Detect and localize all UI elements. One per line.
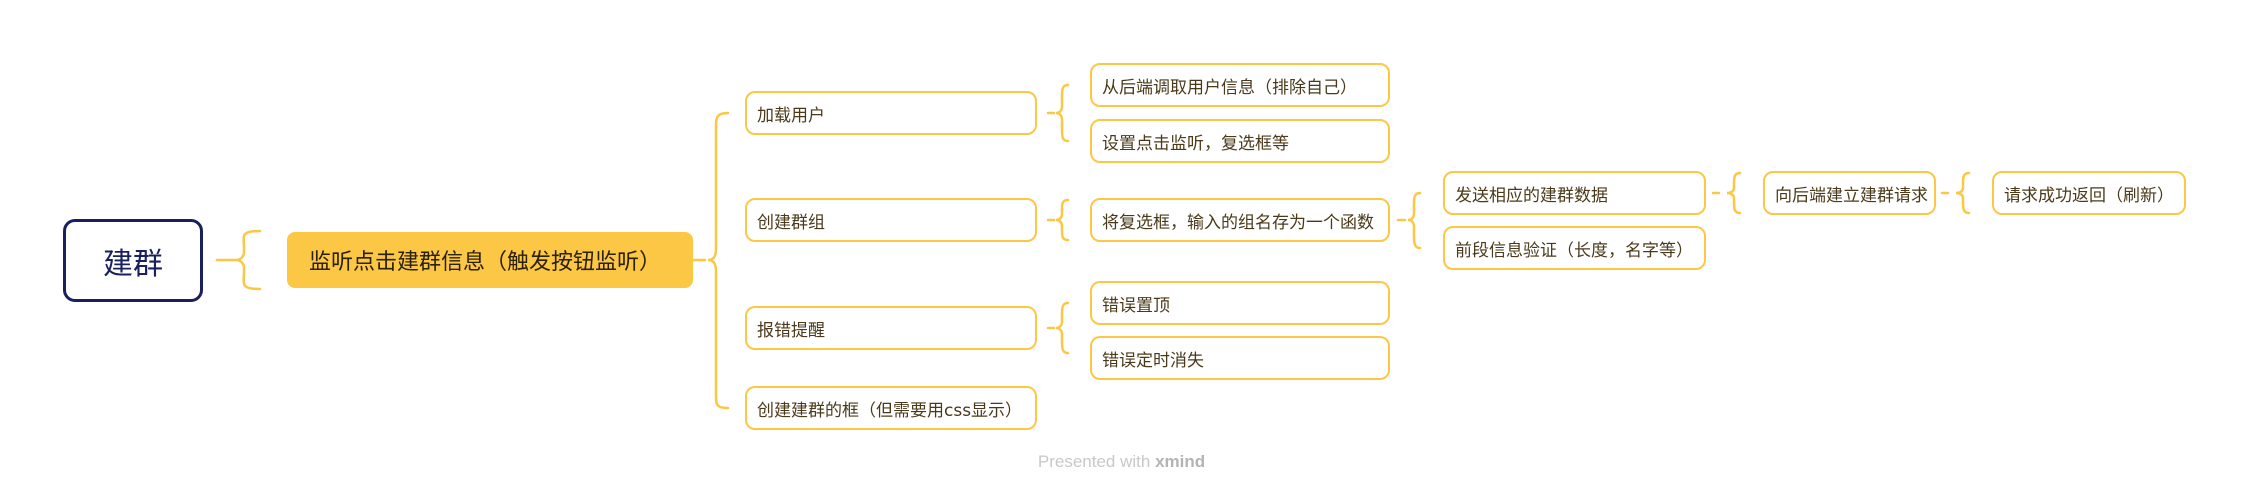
subtopic-error-top[interactable]: 错误置顶 xyxy=(1090,281,1390,325)
subtopic-label: 发送相应的建群数据 xyxy=(1455,185,1608,206)
subtopic-fetch-users[interactable]: 从后端调取用户信息（排除自己） xyxy=(1090,63,1390,107)
subtopic-label: 错误置顶 xyxy=(1102,295,1170,316)
subtopic-label: 将复选框，输入的组名存为一个函数 xyxy=(1102,212,1374,233)
subtopic-label: 错误定时消失 xyxy=(1102,350,1204,371)
subtopic-label: 设置点击监听，复选框等 xyxy=(1102,133,1289,154)
subtopic-send-data[interactable]: 发送相应的建群数据 xyxy=(1443,171,1706,215)
connector-load-users xyxy=(1046,83,1070,143)
main-topic-label: 监听点击建群信息（触发按钮监听） xyxy=(309,250,662,275)
presented-with-footer: Presented with xmind xyxy=(0,452,2243,472)
root-topic-label: 建群 xyxy=(103,246,163,282)
subtopic-backend-request[interactable]: 向后端建立建群请求 xyxy=(1763,171,1936,215)
subtopic-error-timeout[interactable]: 错误定时消失 xyxy=(1090,336,1390,380)
subtopic-label: 创建群组 xyxy=(757,212,825,233)
subtopic-label: 前段信息验证（长度，名字等） xyxy=(1455,240,1693,261)
subtopic-create-group[interactable]: 创建群组 xyxy=(745,198,1037,242)
root-topic[interactable]: 建群 xyxy=(63,219,203,302)
connector-main-level1 xyxy=(691,111,730,410)
subtopic-request-success[interactable]: 请求成功返回（刷新） xyxy=(1992,171,2186,215)
subtopic-label: 从后端调取用户信息（排除自己） xyxy=(1102,77,1357,98)
subtopic-label: 加载用户 xyxy=(757,105,825,126)
footer-prefix: Presented with xyxy=(1037,452,1156,471)
connector-root-main xyxy=(215,229,262,291)
subtopic-load-users[interactable]: 加载用户 xyxy=(745,91,1037,135)
connector-error-alert xyxy=(1046,301,1070,355)
connector-send-data xyxy=(1711,171,1742,215)
subtopic-frontend-validation[interactable]: 前段信息验证（长度，名字等） xyxy=(1443,226,1706,270)
connector-create-group xyxy=(1046,198,1070,242)
subtopic-store-function[interactable]: 将复选框，输入的组名存为一个函数 xyxy=(1090,198,1390,242)
subtopic-label: 报错提醒 xyxy=(757,320,825,341)
subtopic-label: 请求成功返回（刷新） xyxy=(2004,185,2174,206)
mindmap-canvas: 建群 监听点击建群信息（触发按钮监听） 加载用户 创建群组 报错提醒 创建建群的… xyxy=(0,0,2243,492)
connector-backend-request xyxy=(1940,171,1971,215)
xmind-brand: xmind xyxy=(1155,452,1206,471)
subtopic-error-alert[interactable]: 报错提醒 xyxy=(745,306,1037,350)
subtopic-create-dialog[interactable]: 创建建群的框（但需要用css显示） xyxy=(745,386,1037,430)
connector-checkbox-function xyxy=(1396,191,1422,250)
subtopic-set-listeners[interactable]: 设置点击监听，复选框等 xyxy=(1090,119,1390,163)
subtopic-label: 创建建群的框（但需要用css显示） xyxy=(757,400,1023,421)
main-topic[interactable]: 监听点击建群信息（触发按钮监听） xyxy=(287,232,693,288)
subtopic-label: 向后端建立建群请求 xyxy=(1775,185,1928,206)
